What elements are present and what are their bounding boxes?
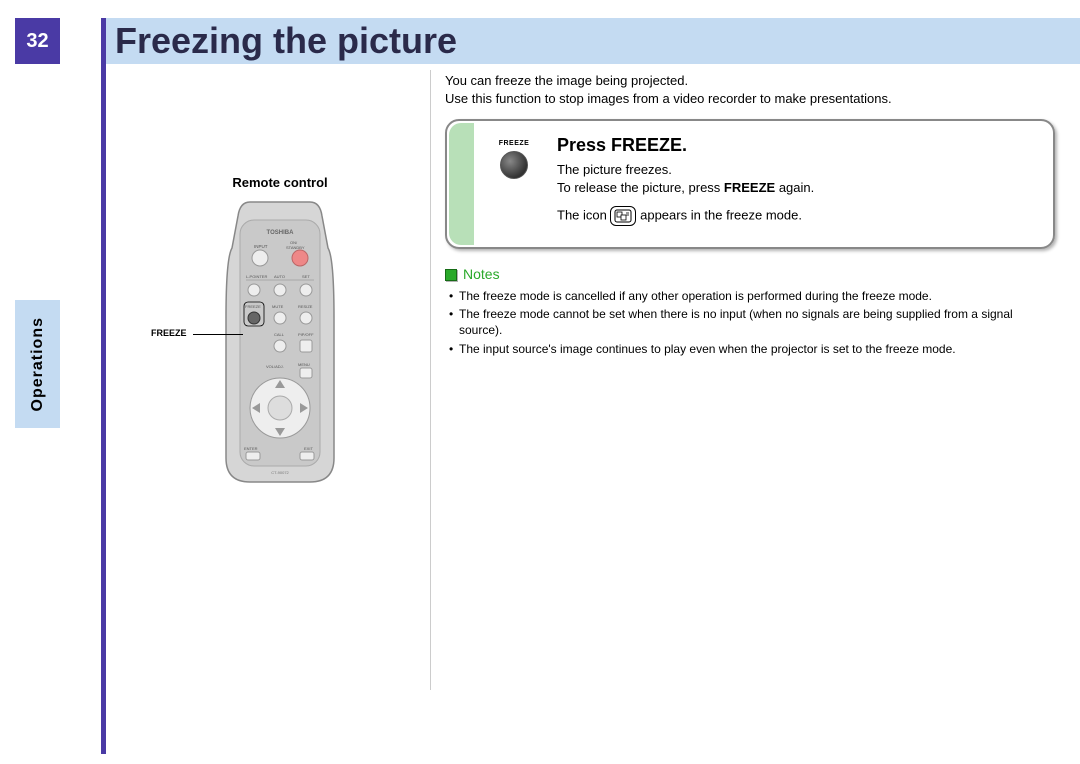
instruction-line: The picture freezes. bbox=[557, 161, 1039, 179]
left-column: Remote control FREEZE TOSHIBA INPUT ON/ … bbox=[145, 175, 415, 488]
freeze-mode-icon bbox=[610, 206, 636, 226]
left-vertical-rule bbox=[101, 64, 106, 754]
header-spacer bbox=[60, 18, 106, 64]
freeze-button-icon bbox=[500, 151, 528, 179]
intro-text: You can freeze the image being projected… bbox=[445, 72, 1055, 107]
svg-text:AUTO: AUTO bbox=[274, 274, 285, 279]
remote-control-icon: TOSHIBA INPUT ON/ STANDBY L-POINTER AUTO… bbox=[220, 198, 340, 488]
note-item: The input source's image continues to pl… bbox=[449, 341, 1055, 357]
svg-text:CT-90072: CT-90072 bbox=[271, 470, 289, 475]
svg-text:MENU: MENU bbox=[298, 362, 310, 367]
freeze-key-icon: FREEZE bbox=[495, 139, 533, 178]
svg-text:ENTER: ENTER bbox=[244, 446, 258, 451]
note-item: The freeze mode is cancelled if any othe… bbox=[449, 288, 1055, 304]
column-divider bbox=[430, 70, 431, 690]
freeze-callout-label: FREEZE bbox=[151, 328, 187, 338]
instruction-title: Press FREEZE. bbox=[557, 133, 1039, 157]
right-column: You can freeze the image being projected… bbox=[445, 72, 1055, 359]
svg-text:L-POINTER: L-POINTER bbox=[246, 274, 267, 279]
svg-text:VOL/ADJ.: VOL/ADJ. bbox=[266, 364, 284, 369]
svg-text:INPUT: INPUT bbox=[254, 244, 268, 249]
svg-text:RESIZE: RESIZE bbox=[298, 304, 313, 309]
svg-text:MUTE: MUTE bbox=[272, 304, 284, 309]
svg-text:EXIT: EXIT bbox=[304, 446, 313, 451]
freeze-callout-line bbox=[193, 334, 243, 335]
freeze-key-label: FREEZE bbox=[495, 139, 533, 148]
page-number: 32 bbox=[15, 18, 60, 64]
page-title: Freezing the picture bbox=[115, 18, 457, 64]
svg-text:CALL: CALL bbox=[274, 332, 285, 337]
remote-diagram: FREEZE TOSHIBA INPUT ON/ STANDBY L-POINT… bbox=[145, 198, 415, 488]
notes-list: The freeze mode is cancelled if any othe… bbox=[449, 288, 1055, 357]
note-item: The freeze mode cannot be set when there… bbox=[449, 306, 1055, 338]
svg-text:TOSHIBA: TOSHIBA bbox=[267, 230, 295, 236]
notes-bullet-icon bbox=[445, 269, 457, 281]
svg-text:PIP/OFF: PIP/OFF bbox=[298, 332, 314, 337]
section-tab: Operations bbox=[15, 300, 60, 428]
intro-line: Use this function to stop images from a … bbox=[445, 90, 1055, 108]
svg-text:STANDBY: STANDBY bbox=[286, 245, 305, 250]
svg-text:SET: SET bbox=[302, 274, 310, 279]
instruction-icon-line: The icon appears in the freeze mode. bbox=[557, 206, 1039, 226]
remote-control-label: Remote control bbox=[145, 175, 415, 190]
instruction-box: FREEZE Press FREEZE. The picture freezes… bbox=[445, 119, 1055, 249]
notes-header: Notes bbox=[445, 265, 1055, 284]
svg-text:FREEZE: FREEZE bbox=[245, 304, 261, 309]
instruction-line: To release the picture, press FREEZE aga… bbox=[557, 179, 1039, 197]
section-tab-label: Operations bbox=[29, 317, 47, 411]
intro-line: You can freeze the image being projected… bbox=[445, 72, 1055, 90]
instruction-accent bbox=[449, 123, 474, 245]
notes-title: Notes bbox=[463, 265, 500, 284]
header-purple-strip bbox=[101, 18, 106, 64]
instruction-body: The picture freezes. To release the pict… bbox=[557, 161, 1039, 226]
